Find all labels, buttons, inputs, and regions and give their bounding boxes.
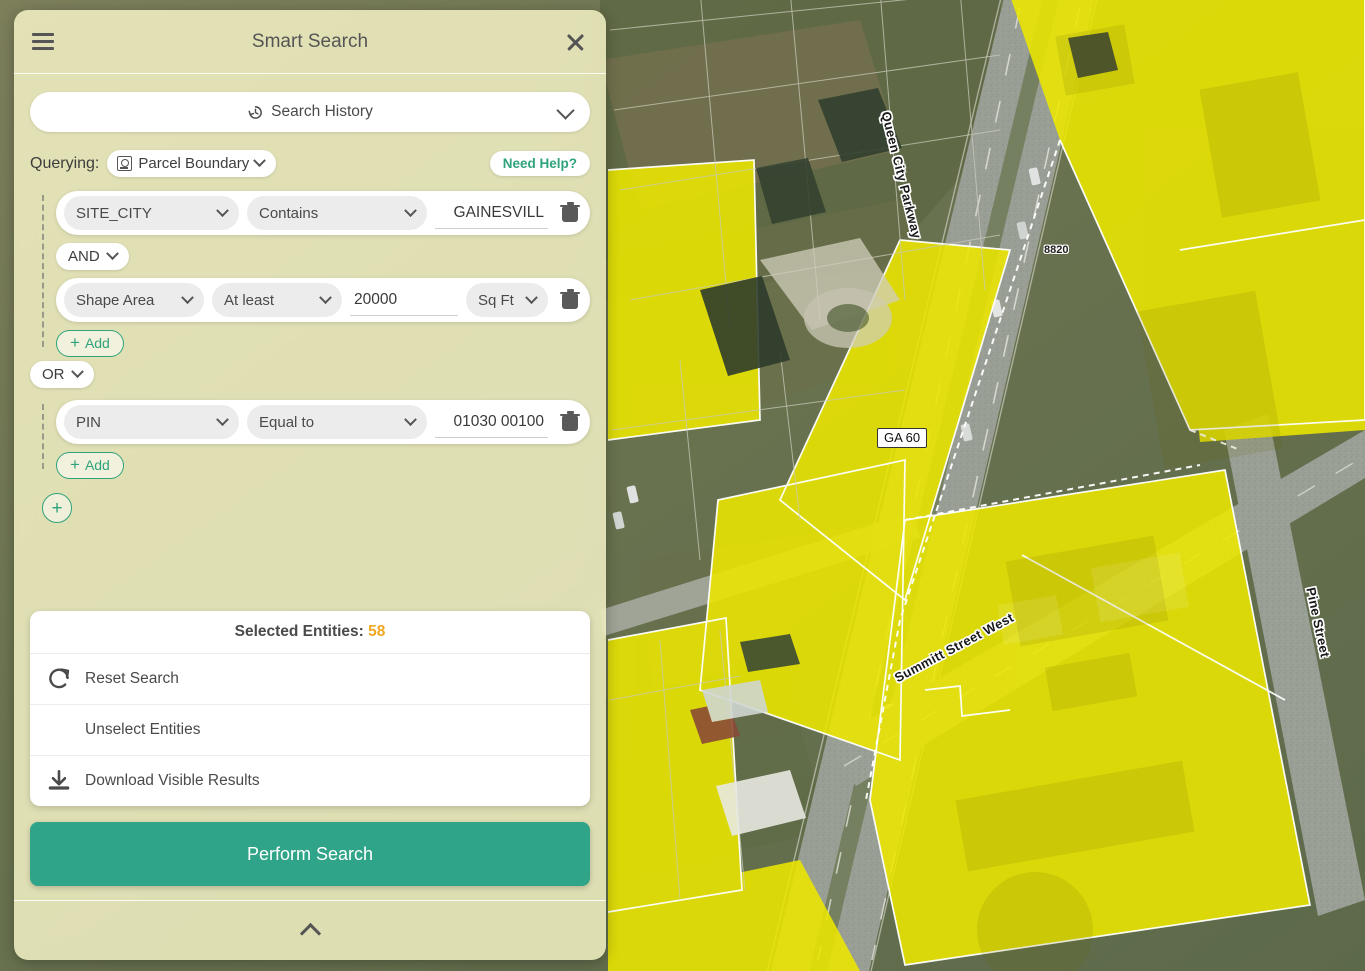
operator-select-2-label: At least [224, 291, 275, 309]
search-history-label: Search History [271, 103, 373, 120]
reset-search-button[interactable]: Reset Search [30, 654, 590, 705]
delete-condition-2-icon[interactable] [560, 289, 580, 311]
operator-select-2[interactable]: At least [212, 283, 342, 317]
download-visible-results-label: Download Visible Results [85, 772, 260, 789]
field-select-2-label: Shape Area [76, 291, 155, 309]
logic-operator-and[interactable]: AND [56, 243, 129, 270]
querying-label: Querying: [30, 154, 100, 172]
need-help-button[interactable]: Need Help? [489, 151, 590, 176]
chevron-down-icon [216, 203, 229, 217]
results-card: Selected Entities: 58 Reset Search Unsel… [30, 611, 590, 806]
collapse-panel-button[interactable] [14, 900, 606, 960]
add-condition-button-group-1[interactable]: + Add [56, 330, 124, 357]
unit-select-2-label: Sq Ft [478, 291, 514, 309]
highway-shield-ga-60: GA 60 [877, 428, 928, 448]
operator-select-1[interactable]: Contains [247, 196, 427, 230]
value-input-2[interactable] [350, 284, 458, 316]
querying-row: Querying: Parcel Boundary Need Help? [30, 150, 590, 177]
condition-row-3: PIN Equal to [56, 400, 590, 444]
panel-body: Search History Querying: Parcel Boundary… [14, 74, 606, 611]
smart-search-panel: Smart Search Search History Querying: Pa… [14, 10, 606, 960]
hamburger-menu-icon[interactable] [32, 33, 54, 50]
unit-select-2[interactable]: Sq Ft [466, 283, 548, 317]
group-logic-or-wrap: OR [30, 357, 590, 396]
field-select-3-label: PIN [76, 413, 102, 431]
chevron-down-icon [404, 412, 417, 426]
field-select-1-label: SITE_CITY [76, 204, 152, 222]
chevron-down-icon [105, 247, 119, 261]
selected-entities-count: 58 [368, 623, 386, 640]
panel-header: Smart Search [14, 10, 606, 74]
plus-icon: + [70, 333, 80, 352]
plus-icon: + [70, 455, 80, 474]
operator-select-3-label: Equal to [259, 413, 315, 431]
operator-select-3[interactable]: Equal to [247, 405, 427, 439]
history-icon [248, 105, 263, 119]
add-condition-label: Add [84, 335, 110, 351]
search-history-dropdown[interactable]: Search History [30, 92, 590, 132]
refresh-icon [46, 666, 72, 692]
delete-condition-1-icon[interactable] [560, 202, 580, 224]
layer-icon [117, 156, 133, 171]
close-icon[interactable] [562, 29, 588, 55]
field-select-1[interactable]: SITE_CITY [64, 196, 239, 230]
chevron-down-icon [70, 365, 84, 379]
chevron-down-icon [181, 290, 194, 304]
field-select-2[interactable]: Shape Area [64, 283, 204, 317]
reset-search-label: Reset Search [85, 670, 179, 687]
chevron-down-icon [216, 412, 229, 426]
chevron-down-icon [319, 290, 332, 304]
value-input-1[interactable] [435, 197, 548, 229]
layer-selector[interactable]: Parcel Boundary [107, 150, 277, 177]
delete-condition-3-icon[interactable] [560, 411, 580, 433]
condition-row-2: Shape Area At least Sq Ft [56, 278, 590, 322]
operator-select-1-label: Contains [259, 204, 319, 222]
logic-operator-or-label: OR [42, 366, 65, 383]
chevron-down-icon [253, 154, 267, 168]
panel-title: Smart Search [251, 30, 369, 52]
chevron-up-icon [299, 922, 321, 945]
perform-search-button[interactable]: Perform Search [30, 822, 590, 886]
add-group-button[interactable]: + [42, 493, 72, 523]
parcel-number-label: 8820 [1044, 244, 1069, 256]
unselect-entities-button[interactable]: Unselect Entities [30, 705, 590, 756]
selected-entities-header: Selected Entities: 58 [30, 611, 590, 654]
value-input-3[interactable] [435, 406, 548, 438]
download-visible-results-button[interactable]: Download Visible Results [30, 756, 590, 806]
field-select-3[interactable]: PIN [64, 405, 239, 439]
add-condition-label: Add [84, 457, 110, 473]
chevron-down-icon [404, 203, 417, 217]
layer-selector-label: Parcel Boundary [138, 155, 250, 172]
perform-search-wrap: Perform Search [14, 806, 606, 900]
circle-x-icon [46, 717, 72, 743]
logic-operator-and-label: AND [68, 248, 100, 265]
search-history-inner: Search History [247, 103, 373, 121]
unselect-entities-label: Unselect Entities [85, 721, 201, 738]
download-icon [46, 768, 72, 794]
condition-group-2: PIN Equal to + Add [30, 400, 590, 479]
add-condition-button-group-2[interactable]: + Add [56, 452, 124, 479]
selected-entities-label: Selected Entities: [234, 623, 364, 640]
chevron-down-icon[interactable] [556, 101, 575, 120]
condition-group-1: SITE_CITY Contains AND Shape Area [30, 191, 590, 357]
logic-operator-or[interactable]: OR [30, 361, 94, 388]
condition-row-1: SITE_CITY Contains [56, 191, 590, 235]
chevron-down-icon [525, 290, 538, 304]
